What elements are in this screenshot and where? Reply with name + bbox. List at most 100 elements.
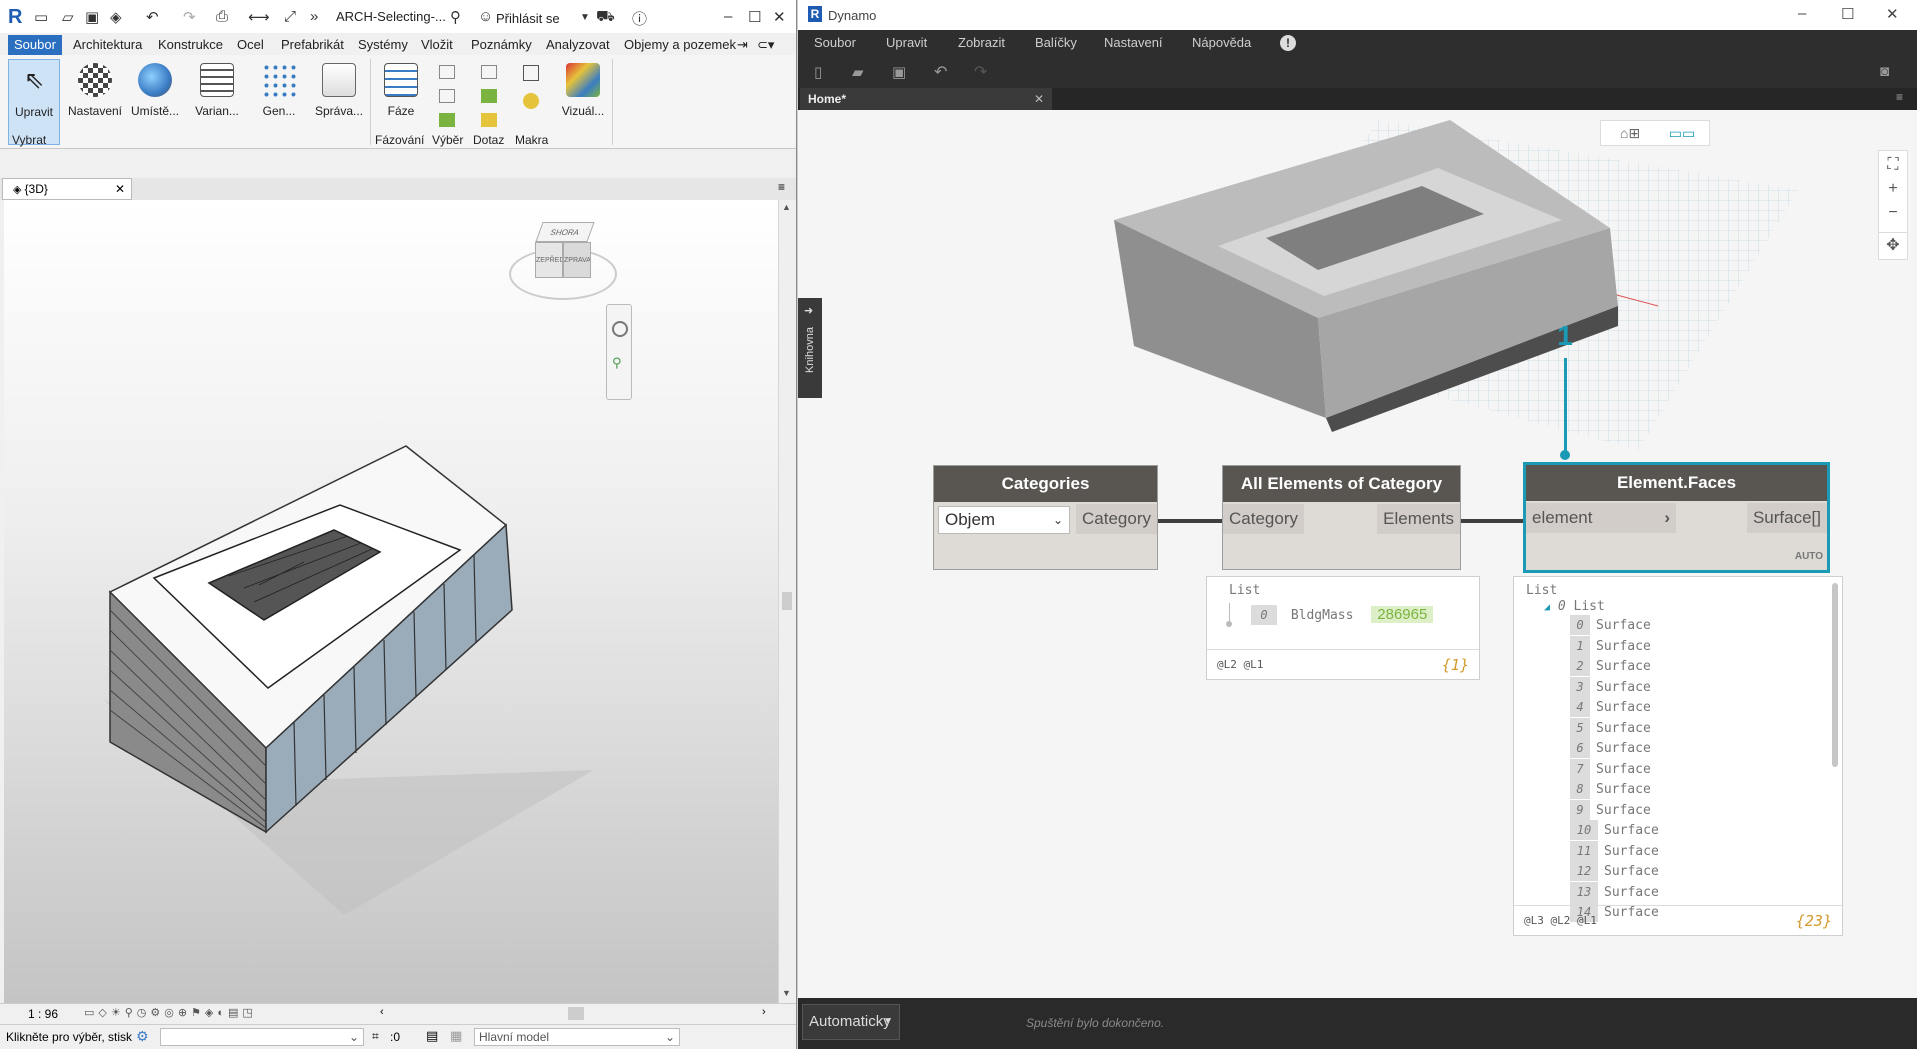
preview-element-faces[interactable]: List ◢ 0 List 0 Surface 1 Surface 2 Surface 3 S… (1513, 576, 1843, 936)
input-port-element[interactable]: element › (1526, 503, 1676, 533)
menu-ocel[interactable]: Ocel (237, 35, 264, 55)
view-scale[interactable]: 1 : 96 (28, 1007, 58, 1021)
horizontal-scroll-right-icon[interactable]: › (762, 1006, 766, 1018)
menu-objemy[interactable]: Objemy a pozemek (624, 35, 736, 55)
scroll-thumb[interactable] (782, 592, 792, 610)
filter-icon[interactable]: ⌗ (372, 1029, 379, 1044)
expand-icon[interactable]: ◢ (1544, 602, 1550, 613)
new-file-icon[interactable]: ▭ (34, 8, 48, 26)
menu-upravit[interactable]: Upravit (886, 35, 927, 50)
menu-analyzovat[interactable]: Analyzovat (546, 35, 610, 55)
screenshot-icon[interactable]: ◙ (1880, 63, 1889, 80)
menu-soubor[interactable]: Soubor (8, 35, 62, 55)
menu-napoveda[interactable]: Nápověda (1192, 35, 1251, 50)
preview-item-id[interactable]: 286965 (1371, 606, 1434, 623)
redo-icon[interactable]: ↷ (974, 62, 987, 82)
input-port-category[interactable]: Category (1223, 504, 1304, 534)
zoom-in-icon[interactable]: + (1882, 178, 1904, 200)
viewcube-right[interactable]: ZPRAVA (563, 242, 591, 278)
model-dropdown[interactable]: Hlavní model ⌄ (474, 1028, 680, 1046)
signin-button[interactable]: Přihlásit se (496, 11, 560, 26)
revit-3d-viewport[interactable]: SHORA ZEPŘEDU ZPRAVA ⚲ (4, 200, 778, 1003)
node-all-elements-of-category[interactable]: All Elements of Category Category Elemen… (1222, 465, 1461, 570)
tool-nastaveni[interactable]: Nastavení (66, 59, 124, 145)
binoculars-icon[interactable]: ⚲ (450, 8, 461, 26)
close-icon[interactable]: ✕ (773, 8, 786, 26)
editable-only-icon[interactable]: ▤ (426, 1028, 438, 1044)
menu-soubor[interactable]: Soubor (814, 35, 856, 50)
workspace-tab-home[interactable]: Home* ✕ (800, 88, 1052, 110)
node-categories-title[interactable]: Categories (934, 466, 1157, 502)
zoom-out-icon[interactable]: − (1882, 202, 1904, 224)
view-controls-icons[interactable]: ▭◇☀⚲◷⚙◎⊕⚑◈◐▤◳ (84, 1006, 257, 1019)
menu-konstrukce[interactable]: Konstrukce (158, 35, 223, 55)
output-port-surfaces[interactable]: Surface[] (1746, 503, 1827, 533)
measure-icon[interactable]: ⟷ (248, 8, 270, 26)
zoom-fit-icon[interactable]: ⛶ (1882, 154, 1904, 176)
design-options-status-icon[interactable]: ▦ (450, 1028, 462, 1044)
viewcube-top[interactable]: SHORA (535, 222, 595, 242)
redo-icon[interactable]: ↷ (183, 8, 196, 26)
pan-icon[interactable]: ✥ (1882, 235, 1904, 257)
menu-vlozit[interactable]: Vložit (421, 35, 453, 55)
lacing-indicator[interactable]: AUTO (1795, 551, 1823, 562)
scroll-down-icon[interactable]: ▼ (782, 988, 791, 998)
category-dropdown[interactable]: Objem ⌄ (938, 506, 1070, 534)
tool-vizualni[interactable]: Vizuál... (554, 59, 612, 145)
node-all-elements-title[interactable]: All Elements of Category (1223, 466, 1460, 502)
user-icon[interactable]: ☺ (478, 8, 493, 25)
node-categories[interactable]: Categories Objem ⌄ Category (933, 465, 1158, 570)
wire-category[interactable] (1158, 519, 1222, 523)
preview-all-elements[interactable]: List 0 BldgMass 286965 @L2 @L1 {1} (1206, 576, 1480, 680)
minimize-icon[interactable]: – (724, 8, 732, 25)
undo-icon[interactable]: ↶ (146, 8, 159, 26)
group-vybrat[interactable]: Vybrat (12, 133, 46, 147)
navigation-bar[interactable]: ⚲ (606, 304, 632, 400)
menu-poznamky[interactable]: Poznámky (471, 35, 532, 55)
new-file-icon[interactable]: ▯ (814, 63, 822, 81)
preview-sublist-row[interactable]: ◢ 0 List (1544, 597, 1605, 617)
print-icon[interactable]: ⎙ (216, 8, 228, 25)
background-preview-toggle-icon[interactable]: ⌂⊞ (1608, 121, 1652, 145)
close-tab-icon[interactable]: ✕ (1034, 88, 1044, 110)
save-icon[interactable]: ▣ (892, 63, 906, 81)
viewcube[interactable]: SHORA ZEPŘEDU ZPRAVA (509, 218, 619, 300)
maximize-icon[interactable]: ☐ (1841, 5, 1854, 23)
tool-generovat[interactable]: Gen... (250, 59, 308, 145)
help-icon[interactable]: ⓘ (632, 8, 647, 29)
zoom-region-icon[interactable]: ⚲ (612, 355, 622, 371)
tool-varianty[interactable]: Varian... (188, 59, 246, 145)
menu-options-icon[interactable]: ⊂▾ (757, 35, 774, 55)
sync-icon[interactable]: ◈ (110, 8, 122, 26)
library-tab[interactable]: ➜ Knihovna (798, 298, 822, 398)
horizontal-scroll-thumb[interactable] (568, 1007, 584, 1020)
graph-view-toggle-icon[interactable]: ▭▭ (1656, 121, 1708, 145)
wire-elements[interactable] (1461, 519, 1523, 523)
horizontal-scroll-left-icon[interactable]: ‹ (380, 1006, 384, 1018)
maximize-icon[interactable]: ☐ (748, 8, 761, 26)
open-icon[interactable]: ▰ (852, 63, 864, 81)
run-mode-dropdown[interactable]: Automaticky ▼ (802, 1004, 900, 1040)
close-view-icon[interactable]: ✕ (115, 179, 125, 199)
view-tab-3d[interactable]: ◈ {3D} ✕ (2, 178, 132, 200)
preview-scrollbar[interactable] (1832, 583, 1838, 767)
output-port-elements[interactable]: Elements (1377, 504, 1460, 534)
menu-zobrazit[interactable]: Zobrazit (958, 35, 1005, 50)
undo-icon[interactable]: ↶ (934, 62, 947, 82)
menu-balicky[interactable]: Balíčky (1035, 35, 1077, 50)
view-tabs-menu-icon[interactable]: ≡ (778, 180, 785, 194)
tool-sprava[interactable]: Správa... (310, 59, 368, 145)
menu-nastaveni[interactable]: Nastavení (1104, 35, 1163, 50)
open-icon[interactable]: ▱ (62, 8, 74, 26)
menu-systemy[interactable]: Systémy (358, 35, 408, 55)
notification-icon[interactable]: ! (1280, 35, 1296, 51)
cart-icon[interactable]: ⛟ (596, 8, 615, 27)
dynamo-canvas[interactable]: ⌂⊞ ▭▭ ⛶ + − ✥ ➜ Knihovna 1 Categories Ob… (798, 110, 1917, 998)
viewcube-front[interactable]: ZEPŘEDU (535, 242, 563, 278)
more-icon[interactable]: » (310, 8, 318, 25)
tabs-menu-icon[interactable]: ≡ (1896, 90, 1903, 104)
workset-dropdown[interactable]: ⌄ (160, 1028, 364, 1046)
tool-umisteni[interactable]: Umístě... (126, 59, 184, 145)
dimension-icon[interactable]: ⤢ (284, 8, 296, 25)
minimize-icon[interactable]: – (1798, 5, 1806, 22)
